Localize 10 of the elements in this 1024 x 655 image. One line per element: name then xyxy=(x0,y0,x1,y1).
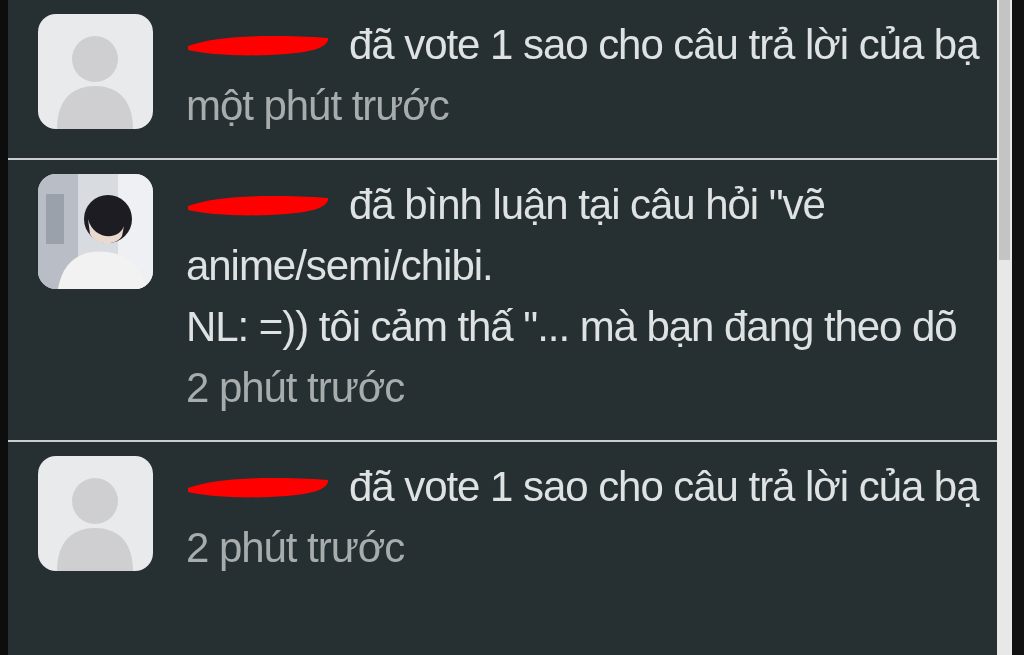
notification-text: NL: =)) tôi cảm thấ "... mà bạn đang theo dõ xyxy=(186,302,957,352)
avatar-placeholder-icon xyxy=(38,456,153,571)
notification-text: anime/semi/chibi. xyxy=(186,241,493,291)
timestamp: 2 phút trước xyxy=(186,523,405,573)
avatar-placeholder-icon xyxy=(38,14,153,129)
notification-text: đã vote 1 sao cho câu trả lời của bạ xyxy=(349,462,979,512)
notification-text: đã bình luận tại câu hỏi "vẽ xyxy=(349,180,825,230)
timestamp: 2 phút trước xyxy=(186,363,405,413)
notification-text: đã vote 1 sao cho câu trả lời của bạ xyxy=(349,20,979,70)
timestamp: một phút trước xyxy=(186,81,449,131)
